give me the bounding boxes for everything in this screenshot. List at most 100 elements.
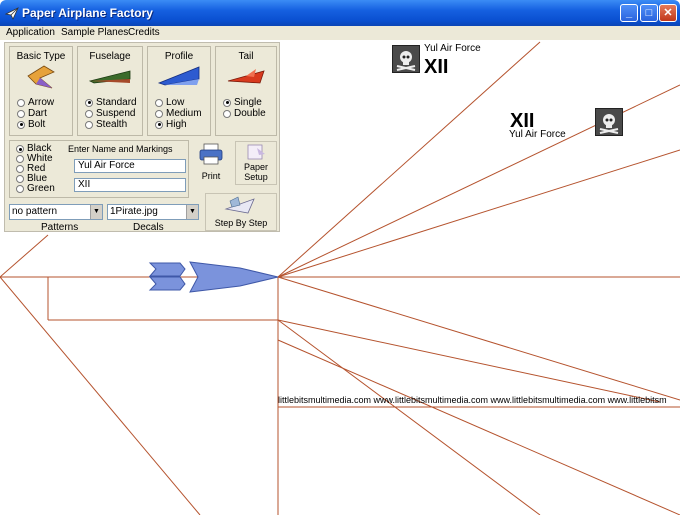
- radio-indicator[interactable]: [223, 98, 231, 107]
- profile-shape-icon: [157, 66, 200, 86]
- maximize-button[interactable]: □: [640, 4, 658, 22]
- radio-label: Arrow: [28, 97, 55, 108]
- print-button[interactable]: Print: [191, 141, 231, 185]
- step-by-step-label: Step By Step: [214, 218, 268, 228]
- close-button[interactable]: ✕: [659, 4, 677, 22]
- fold-line: [277, 319, 661, 403]
- menu-bar: Application Sample Planes Credits: [0, 26, 680, 40]
- radio-indicator[interactable]: [155, 98, 163, 107]
- watermark-text: littlebitsmultimedia.com www.littlebitsm…: [278, 395, 667, 405]
- radio-green[interactable]: Green: [16, 184, 55, 194]
- radio-double[interactable]: Double: [223, 108, 266, 119]
- fuselage-title: Fuselage: [89, 51, 131, 62]
- radio-indicator[interactable]: [17, 120, 25, 129]
- radio-indicator[interactable]: [223, 109, 231, 118]
- window-title: Paper Airplane Factory: [22, 6, 153, 20]
- profile-title: Profile: [164, 51, 194, 62]
- fuselage-shape-icon: [88, 70, 131, 84]
- decal-value: 1Pirate.jpg: [110, 206, 158, 217]
- fuselage-options: Standard Suspend Stealth: [85, 97, 137, 130]
- radio-stealth[interactable]: Stealth: [85, 119, 137, 130]
- pattern-dropdown[interactable]: no pattern ▼: [9, 204, 103, 220]
- paper-setup-label: Paper Setup: [243, 162, 269, 182]
- radio-label: Single: [234, 97, 262, 108]
- radio-indicator[interactable]: [85, 120, 93, 129]
- paper-setup-icon: [247, 144, 265, 160]
- marking-input[interactable]: XII: [74, 178, 186, 192]
- decal-name-text: Yul Air Force: [509, 129, 566, 140]
- chevron-down-icon[interactable]: ▼: [90, 205, 102, 219]
- minimize-button[interactable]: _: [620, 4, 638, 22]
- radio-indicator[interactable]: [16, 185, 24, 193]
- radio-label: Bolt: [28, 119, 46, 130]
- fold-line: [277, 41, 541, 278]
- fold-line: [0, 234, 49, 278]
- decal-marking-text: XII: [424, 56, 449, 78]
- fold-line: [277, 319, 541, 515]
- profile-options: Low Medium High: [155, 97, 202, 130]
- printer-icon: [199, 143, 223, 165]
- radio-dart[interactable]: Dart: [17, 108, 54, 119]
- title-bar: Paper Airplane Factory _ □ ✕: [0, 0, 680, 26]
- radio-indicator[interactable]: [155, 109, 163, 118]
- tail-group: Tail Single Double: [215, 46, 277, 136]
- fold-line: [277, 276, 680, 401]
- radio-indicator[interactable]: [17, 98, 25, 107]
- paper-airplane-icon: [5, 7, 19, 20]
- pirate-decal-image: [595, 108, 623, 136]
- decal-dropdown[interactable]: 1Pirate.jpg ▼: [107, 204, 199, 220]
- radio-low[interactable]: Low: [155, 97, 202, 108]
- radio-label: High: [166, 119, 187, 130]
- fold-line: [0, 276, 201, 515]
- basic-type-options: Arrow Dart Bolt: [17, 97, 54, 130]
- fold-line: [277, 149, 680, 278]
- print-label: Print: [201, 171, 221, 181]
- radio-indicator[interactable]: [85, 98, 93, 107]
- menu-credits[interactable]: Credits: [128, 27, 160, 38]
- decal-name-text: Yul Air Force: [424, 43, 481, 54]
- radio-label: Double: [234, 108, 266, 119]
- name-input[interactable]: Yul Air Force: [74, 159, 186, 173]
- radio-indicator[interactable]: [16, 145, 24, 153]
- radio-indicator[interactable]: [16, 175, 24, 183]
- radio-high[interactable]: High: [155, 119, 202, 130]
- menu-sample-planes[interactable]: Sample Planes: [61, 27, 128, 38]
- radio-bolt[interactable]: Bolt: [17, 119, 54, 130]
- color-options: Black White Red Blue Green: [16, 144, 55, 194]
- fold-line: [277, 339, 680, 515]
- markings-label: Enter Name and Markings: [68, 144, 173, 154]
- radio-suspend[interactable]: Suspend: [85, 108, 137, 119]
- radio-label: Suspend: [96, 108, 136, 119]
- radio-indicator[interactable]: [16, 165, 24, 173]
- menu-application[interactable]: Application: [6, 27, 55, 38]
- radio-medium[interactable]: Medium: [155, 108, 202, 119]
- radio-arrow[interactable]: Arrow: [17, 97, 54, 108]
- skull-icon: [599, 114, 619, 134]
- radio-single[interactable]: Single: [223, 97, 266, 108]
- radio-label: Stealth: [96, 119, 128, 130]
- decals-label: Decals: [133, 222, 164, 233]
- airplane-preview: [148, 261, 279, 293]
- radio-indicator[interactable]: [85, 109, 93, 118]
- folding-hand-icon: [224, 196, 255, 214]
- paper-setup-button[interactable]: Paper Setup: [235, 141, 277, 185]
- chevron-down-icon[interactable]: ▼: [186, 205, 198, 219]
- basic-type-title: Basic Type: [16, 51, 66, 62]
- radio-label: Low: [166, 97, 185, 108]
- radio-indicator[interactable]: [155, 120, 163, 129]
- pirate-decal-image: [392, 45, 420, 73]
- markings-group: Black White Red Blue Green Enter Name an…: [9, 140, 189, 198]
- radio-indicator[interactable]: [17, 109, 25, 118]
- step-by-step-button[interactable]: Step By Step: [205, 193, 277, 231]
- radio-label: Dart: [28, 108, 47, 119]
- radio-label: Medium: [166, 108, 202, 119]
- radio-label: Green: [27, 183, 55, 194]
- tail-shape-icon: [227, 69, 265, 84]
- radio-standard[interactable]: Standard: [85, 97, 137, 108]
- basic-type-group: Basic Type Arrow Dart Bolt: [9, 46, 73, 136]
- fuselage-group: Fuselage Standard Suspend Stealth: [77, 46, 143, 136]
- radio-indicator[interactable]: [16, 155, 24, 163]
- profile-group: Profile Low Medium High: [147, 46, 211, 136]
- pattern-value: no pattern: [12, 206, 58, 217]
- skull-icon: [396, 51, 416, 71]
